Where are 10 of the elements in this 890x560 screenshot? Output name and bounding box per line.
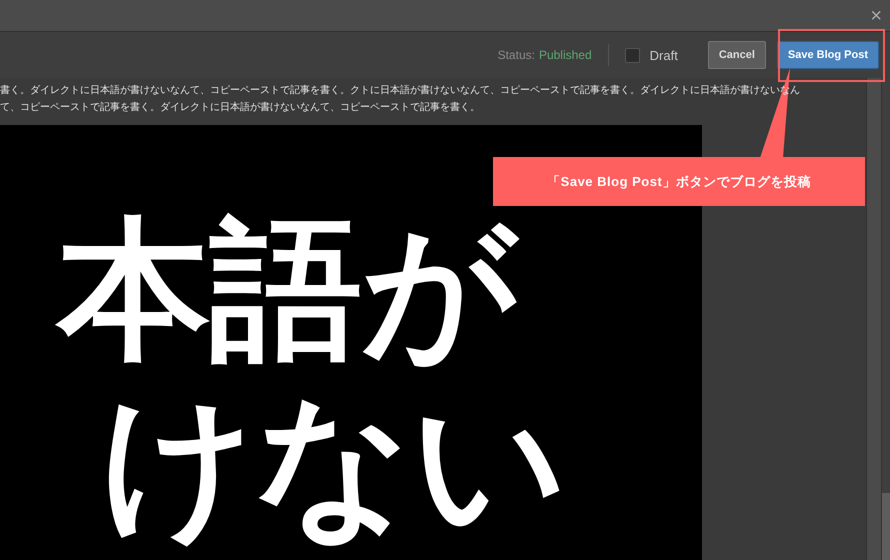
draft-checkbox[interactable] <box>624 48 640 62</box>
status-value: Published <box>538 48 592 62</box>
close-icon[interactable]: × <box>870 6 882 26</box>
save-button[interactable]: Save Blog Post <box>776 41 879 69</box>
draft-label: Draft <box>650 48 678 62</box>
image-text: けない <box>100 377 568 551</box>
text-line: て、コピーペーストで記事を書く。ダイレクトに日本語が書けないなんて、コピーペーストで記事を書く。 <box>0 100 480 115</box>
cancel-button[interactable]: Cancel <box>708 41 766 69</box>
scrollbar[interactable] <box>866 78 890 560</box>
status-label: Status: <box>498 48 535 62</box>
